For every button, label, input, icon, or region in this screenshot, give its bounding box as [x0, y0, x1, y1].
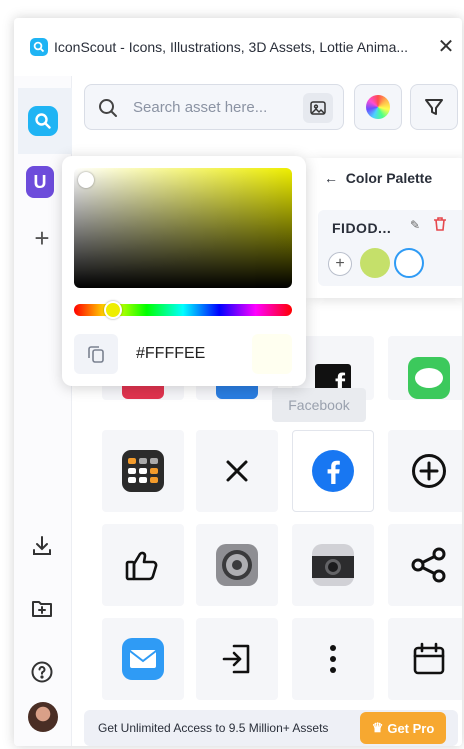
more-vertical-icon — [330, 645, 336, 673]
grid-cell[interactable] — [196, 524, 278, 606]
filter-icon — [425, 99, 443, 115]
mail-icon — [122, 638, 164, 680]
grid-cell[interactable] — [292, 618, 374, 700]
calculator-icon — [122, 450, 164, 492]
close-button[interactable]: ✕ — [436, 37, 456, 57]
messages-icon — [408, 357, 450, 399]
rail-add-icon[interactable]: + — [30, 225, 54, 251]
calendar-icon — [413, 642, 445, 675]
folder-add-icon[interactable] — [28, 594, 56, 622]
back-arrow-icon: ← — [324, 170, 338, 186]
rail-u-app-icon[interactable]: U — [26, 166, 54, 198]
copy-icon — [88, 346, 104, 363]
hex-row: #FFFFEE — [74, 334, 292, 374]
close-x-icon — [226, 460, 248, 482]
crown-icon: ♛ — [371, 720, 384, 735]
delete-icon[interactable] — [432, 216, 448, 232]
title-bar: IconScout - Icons, Illustrations, 3D Ass… — [14, 18, 462, 76]
download-icon[interactable] — [28, 532, 56, 560]
window-title: IconScout - Icons, Illustrations, 3D Ass… — [54, 39, 409, 55]
palette-card: FIDOD... ✎ + — [318, 210, 462, 286]
plus-circle-icon — [412, 454, 446, 488]
grid-cell[interactable] — [388, 618, 462, 700]
grid-cell[interactable] — [388, 430, 462, 512]
camera-icon — [312, 544, 354, 586]
tooltip: Facebook — [272, 388, 366, 422]
help-icon[interactable] — [28, 658, 56, 686]
app-window: IconScout - Icons, Illustrations, 3D Ass… — [14, 18, 462, 746]
hue-handle[interactable] — [104, 301, 122, 319]
grid-cell[interactable] — [388, 336, 462, 400]
user-avatar[interactable] — [28, 702, 58, 732]
hex-input[interactable]: #FFFFEE — [126, 334, 246, 374]
sign-in-icon — [222, 644, 250, 674]
get-pro-label: Get Pro — [387, 720, 435, 736]
grid-cell[interactable] — [102, 618, 184, 700]
copy-button[interactable] — [74, 334, 118, 374]
palette-title: Color Palette — [345, 170, 433, 186]
grid-cell[interactable] — [102, 524, 184, 606]
grid-cell-facebook[interactable] — [292, 430, 374, 512]
promo-text: Get Unlimited Access to 9.5 Million+ Ass… — [98, 721, 329, 735]
saturation-handle[interactable] — [78, 172, 94, 188]
rail-search-icon[interactable] — [28, 106, 58, 136]
grid-cell[interactable] — [388, 524, 462, 606]
color-filter-button[interactable] — [354, 84, 402, 130]
hex-preview-swatch — [252, 334, 292, 374]
search-icon — [97, 97, 119, 124]
thumbs-up-icon — [125, 551, 158, 581]
add-color-button[interactable]: + — [328, 252, 352, 276]
search-input[interactable]: Search asset here... — [84, 84, 344, 130]
grid-cell[interactable] — [292, 524, 374, 606]
facebook-icon — [312, 450, 354, 492]
image-search-icon[interactable] — [303, 93, 333, 123]
promo-bar: Get Unlimited Access to 9.5 Million+ Ass… — [84, 710, 458, 746]
get-pro-button[interactable]: ♛ Get Pro — [360, 712, 446, 744]
share-icon — [411, 547, 446, 583]
color-picker-popup: #FFFFEE — [62, 156, 306, 386]
search-placeholder: Search asset here... — [133, 99, 268, 116]
saturation-value-area[interactable] — [74, 168, 292, 288]
color-palette-panel: ← Color Palette FIDOD... ✎ + — [306, 158, 462, 298]
grid-cell[interactable] — [196, 618, 278, 700]
palette-name: FIDOD... — [332, 220, 392, 236]
ios-settings-icon — [216, 544, 258, 586]
iconscout-logo-icon — [30, 38, 48, 56]
grid-cell[interactable] — [196, 430, 278, 512]
palette-swatch-selected[interactable] — [394, 248, 424, 278]
edit-icon[interactable]: ✎ — [410, 218, 420, 232]
palette-back-button[interactable]: ← Color Palette — [324, 170, 432, 186]
filter-button[interactable] — [410, 84, 458, 130]
palette-swatch[interactable] — [360, 248, 390, 278]
color-wheel-icon — [366, 95, 390, 119]
grid-cell[interactable] — [102, 430, 184, 512]
